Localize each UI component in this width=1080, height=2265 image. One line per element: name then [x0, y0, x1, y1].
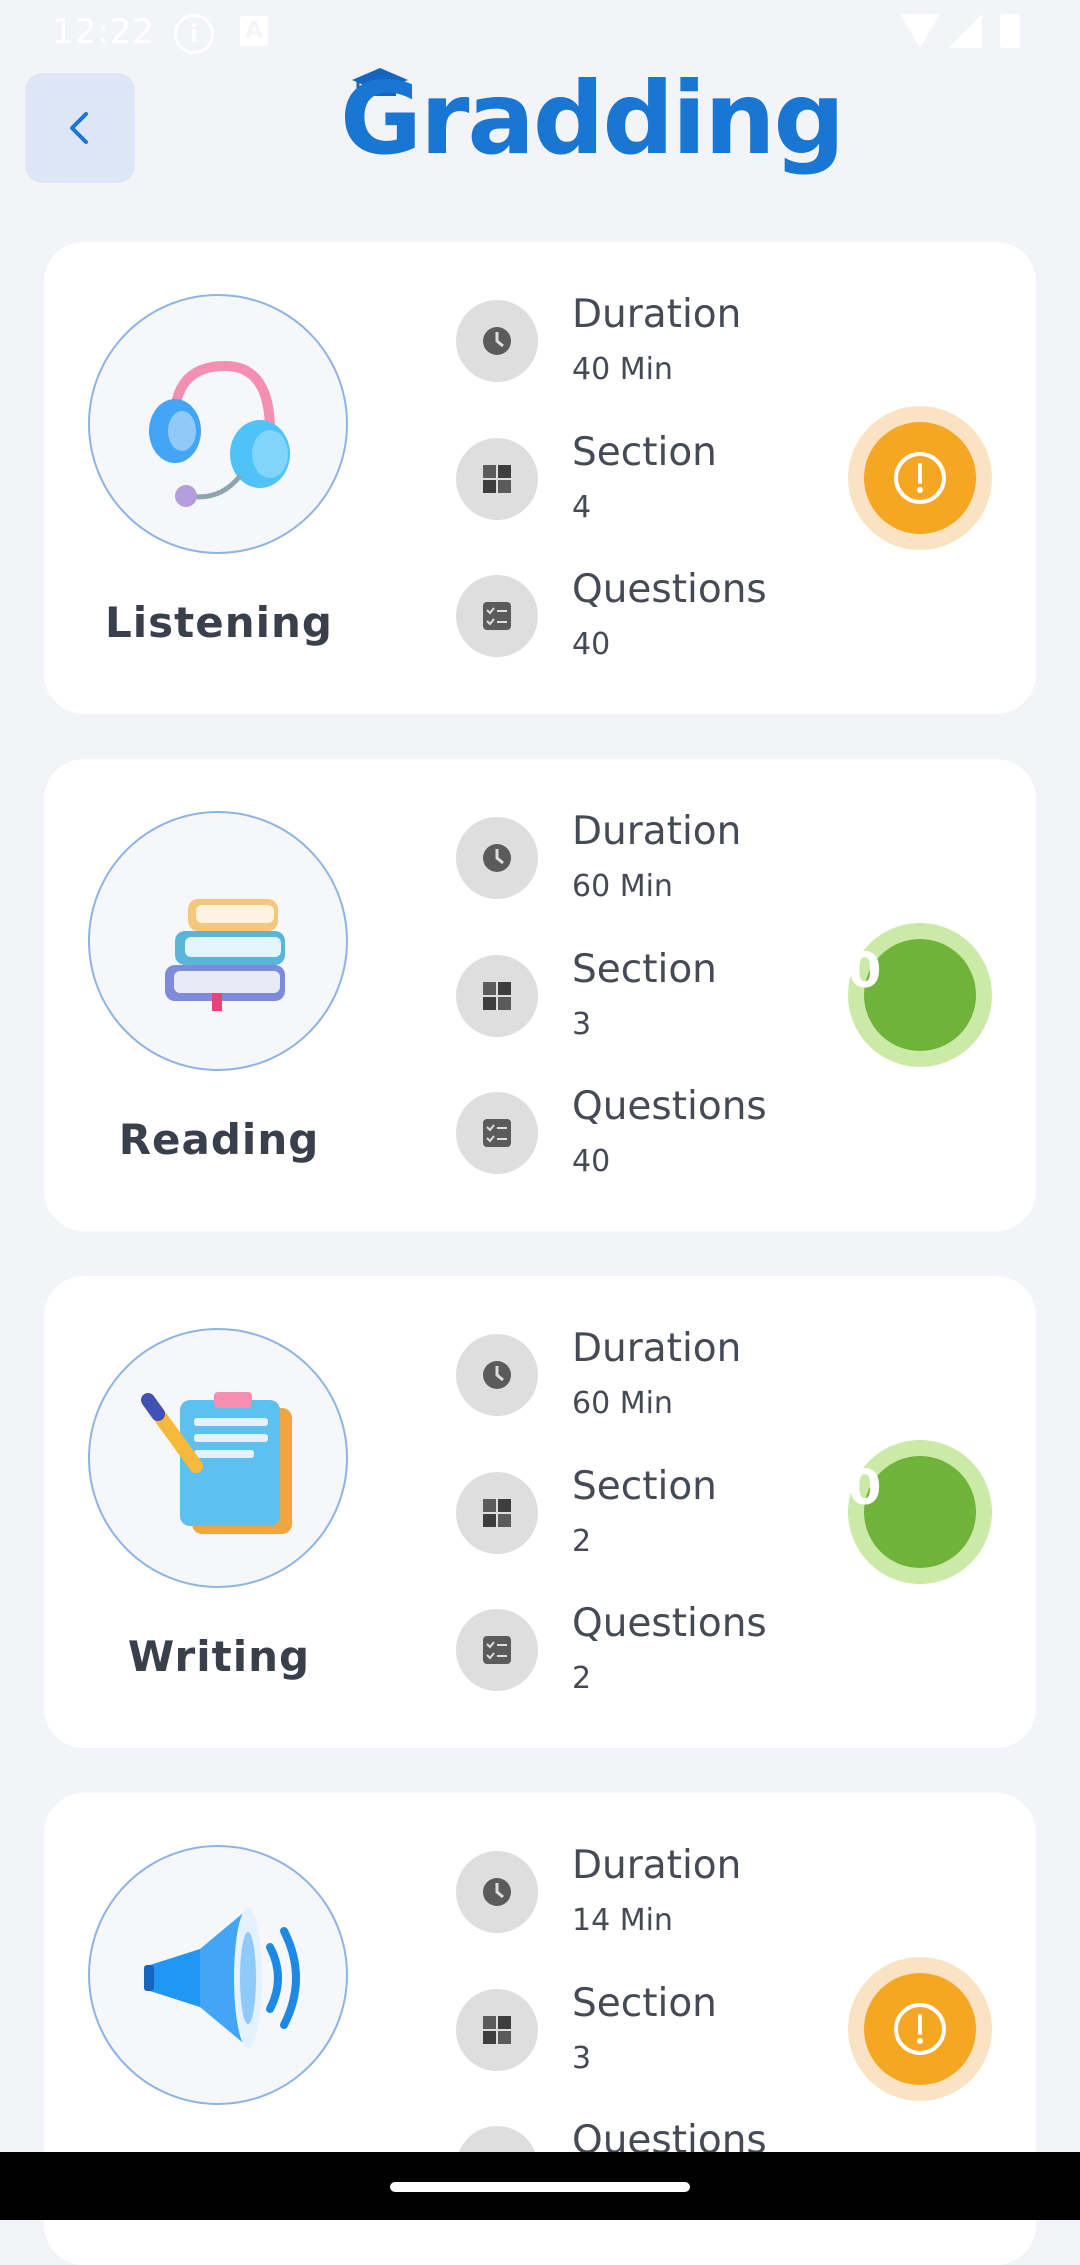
progress-text: 0 — [848, 943, 882, 999]
alert-icon — [894, 2003, 946, 2055]
section-stat: Section 2 — [450, 1464, 870, 1574]
duration-value: 60 Min — [572, 1386, 673, 1421]
duration-label: Duration — [572, 292, 742, 337]
questions-label: Questions — [572, 1084, 767, 1129]
questions-value: 40 — [572, 1144, 611, 1179]
home-gesture-handle[interactable] — [390, 2182, 690, 2192]
status-progress-button[interactable]: 0 — [848, 1440, 992, 1584]
section-value: 2 — [572, 1524, 592, 1559]
chevron-left-icon — [70, 112, 88, 144]
section-value: 3 — [572, 1007, 592, 1042]
test-card-listening[interactable]: Listening Duration 40 Min Section 4 Ques… — [44, 242, 1036, 714]
clock-icon — [456, 1851, 538, 1933]
card-title: Writing — [127, 1632, 311, 1681]
a-badge-icon: A — [240, 16, 268, 46]
duration-value: 14 Min — [572, 1903, 673, 1938]
questions-stat: Questions 2 — [450, 1601, 870, 1711]
alert-icon — [894, 452, 946, 504]
megaphone-icon — [88, 1845, 348, 2105]
questions-value: 2 — [572, 1661, 592, 1696]
duration-value: 60 Min — [572, 869, 673, 904]
questions-label: Questions — [572, 567, 767, 612]
app-logo: Gradding — [340, 60, 845, 190]
clipboard-pen-icon — [88, 1328, 348, 1588]
status-indicators — [900, 14, 1040, 50]
duration-stat: Duration 60 Min — [450, 1326, 870, 1436]
duration-stat: Duration 60 Min — [450, 809, 870, 919]
section-label: Section — [572, 1981, 717, 2026]
section-icon — [456, 955, 538, 1037]
wifi-icon — [900, 14, 940, 48]
section-value: 3 — [572, 2041, 592, 2076]
logo-text: Gradding — [340, 60, 845, 177]
section-label: Section — [572, 947, 717, 992]
questions-value: 40 — [572, 627, 611, 662]
section-icon — [456, 1472, 538, 1554]
test-card-writing[interactable]: Writing Duration 60 Min Section 2 Questi… — [44, 1276, 1036, 1748]
clock-icon — [456, 300, 538, 382]
section-icon — [456, 1989, 538, 2071]
questions-stat: Questions 40 — [450, 1084, 870, 1194]
duration-stat: Duration 14 Min — [450, 1843, 870, 1953]
section-stat: Section 3 — [450, 1981, 870, 2091]
section-label: Section — [572, 1464, 717, 1509]
status-warning-button[interactable] — [848, 406, 992, 550]
status-warning-button[interactable] — [848, 1957, 992, 2101]
duration-value: 40 Min — [572, 352, 673, 387]
checklist-icon — [456, 1092, 538, 1174]
duration-label: Duration — [572, 1843, 742, 1888]
progress-text: 0 — [848, 1460, 882, 1516]
section-stat: Section 3 — [450, 947, 870, 1057]
card-title: Reading — [118, 1115, 320, 1164]
system-nav-bar — [0, 2152, 1080, 2220]
status-bar: 12:22 i A — [0, 0, 1080, 64]
section-icon — [456, 438, 538, 520]
books-icon — [88, 811, 348, 1071]
clock-icon — [456, 817, 538, 899]
status-progress-button[interactable]: 0 — [848, 923, 992, 1067]
back-button[interactable] — [25, 73, 135, 183]
status-time: 12:22 — [52, 12, 155, 52]
duration-label: Duration — [572, 809, 742, 854]
signal-icon — [948, 14, 982, 48]
checklist-icon — [456, 575, 538, 657]
clock-icon — [456, 1334, 538, 1416]
card-title: Listening — [105, 598, 333, 647]
questions-label: Questions — [572, 1601, 767, 1646]
duration-label: Duration — [572, 1326, 742, 1371]
questions-stat: Questions 40 — [450, 567, 870, 677]
battery-icon — [1000, 14, 1020, 48]
checklist-icon — [456, 1609, 538, 1691]
test-card-reading[interactable]: Reading Duration 60 Min Section 3 Questi… — [44, 759, 1036, 1231]
section-value: 4 — [572, 490, 592, 525]
section-label: Section — [572, 430, 717, 475]
info-icon: i — [174, 14, 214, 54]
duration-stat: Duration 40 Min — [450, 292, 870, 402]
section-stat: Section 4 — [450, 430, 870, 540]
headphones-icon — [88, 294, 348, 554]
